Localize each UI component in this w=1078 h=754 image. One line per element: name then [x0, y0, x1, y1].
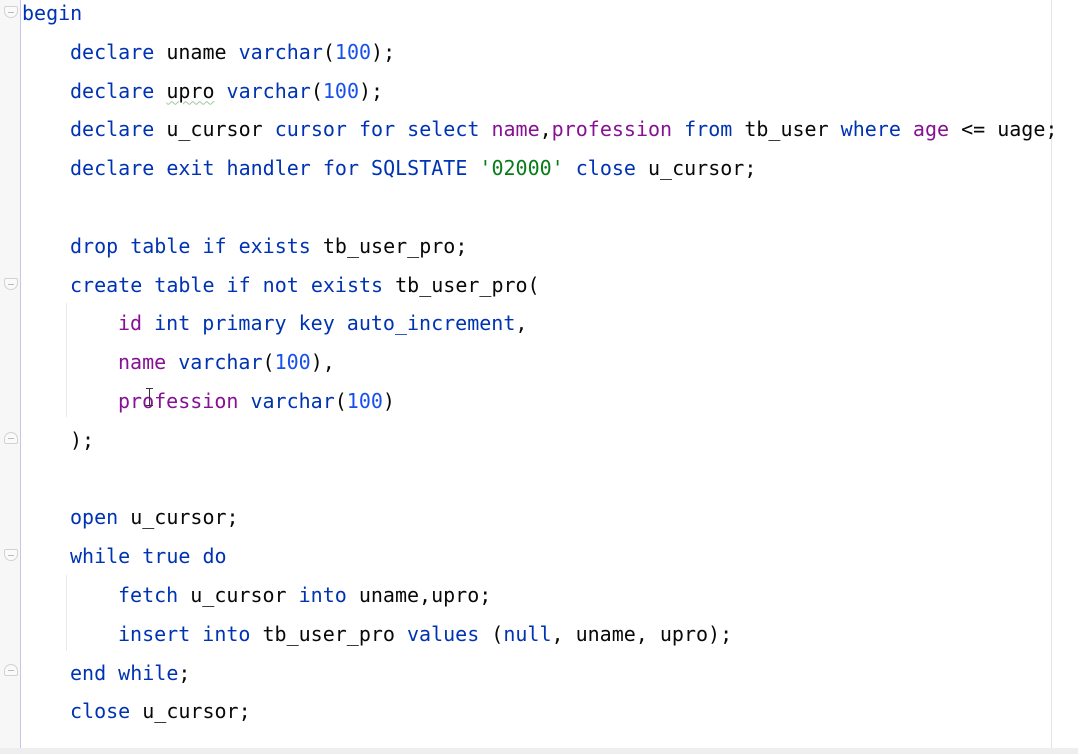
editor-gutter — [0, 0, 20, 748]
code-token: varchar — [178, 350, 263, 375]
code-token: id — [118, 311, 155, 336]
code-token: profession — [551, 117, 685, 142]
code-token: tb_user_pro; — [322, 233, 468, 258]
code-token: <= uage; — [961, 117, 1058, 142]
code-line[interactable]: while true do — [22, 543, 227, 582]
code-token: varchar — [250, 389, 335, 413]
code-token: , — [539, 117, 552, 142]
code-token: declare — [70, 78, 167, 103]
code-token: ( — [334, 389, 347, 413]
code-line[interactable]: id int primary key auto_increment, — [22, 310, 527, 349]
code-line[interactable]: profession varchar(100) — [22, 388, 395, 427]
code-token: while true do — [70, 544, 227, 569]
code-token: varchar — [226, 78, 311, 103]
code-token: close — [70, 699, 143, 724]
code-token: u_cursor; — [142, 699, 251, 724]
code-token: into — [298, 583, 359, 607]
code-token: ) — [382, 389, 395, 413]
code-line[interactable]: declare exit handler for SQLSTATE '02000… — [22, 155, 756, 194]
code-token: varchar — [238, 39, 323, 64]
right-margin-guide — [1051, 0, 1052, 748]
code-line[interactable]: ); — [22, 427, 94, 466]
code-token: ( — [491, 621, 504, 646]
code-line[interactable]: close u_cursor; — [22, 698, 251, 737]
code-token: name — [491, 117, 540, 142]
code-line[interactable]: declare uname varchar(100); — [22, 39, 395, 78]
code-token: tb_user — [744, 117, 841, 142]
code-line[interactable]: declare u_cursor cursor for select name,… — [22, 116, 1057, 155]
code-line[interactable]: fetch u_cursor into uname,upro; — [22, 582, 491, 621]
code-token: u_cursor — [190, 583, 299, 607]
code-token: drop table if exists — [70, 233, 323, 258]
fold-end-create-table-icon[interactable] — [4, 432, 18, 444]
code-token: u_cursor; — [130, 505, 239, 530]
code-token: declare exit handler for SQLSTATE — [70, 156, 480, 181]
code-token: profession — [118, 389, 251, 413]
code-token: fetch — [118, 583, 191, 607]
code-token: close — [575, 156, 648, 181]
horizontal-scrollbar[interactable] — [0, 748, 1078, 754]
code-token: ); — [371, 39, 396, 64]
code-token: null — [503, 621, 552, 646]
code-token: upro — [166, 78, 215, 103]
code-token: 100 — [274, 350, 311, 375]
code-token: ( — [310, 78, 323, 103]
code-line[interactable]: drop table if exists tb_user_pro; — [22, 233, 467, 272]
code-token: declare — [70, 117, 167, 142]
code-token: end while — [70, 660, 179, 685]
code-token: uname — [166, 39, 239, 64]
code-token: values — [407, 621, 492, 646]
code-token: name — [118, 350, 179, 375]
code-token: tb_user_pro — [262, 621, 407, 646]
gutter-divider — [20, 0, 21, 748]
code-token: ( — [322, 39, 335, 64]
text-cursor-icon — [146, 388, 153, 406]
code-token: ); — [70, 427, 95, 452]
code-line[interactable]: open u_cursor; — [22, 504, 239, 543]
code-token: u_cursor; — [647, 156, 757, 181]
code-token: 100 — [322, 78, 360, 103]
code-token: where — [840, 117, 913, 142]
code-token: open — [70, 505, 131, 530]
code-token: cursor for select — [274, 117, 492, 142]
code-token: begin — [22, 1, 83, 25]
code-token: uname,upro; — [358, 583, 492, 607]
code-token: age — [912, 117, 962, 142]
code-line[interactable]: begin — [22, 0, 82, 39]
code-token: int primary key auto_increment — [154, 311, 516, 336]
code-token: declare — [70, 39, 167, 64]
code-token: , — [515, 311, 528, 336]
code-line[interactable]: create table if not exists tb_user_pro( — [22, 272, 540, 311]
code-token: , uname, upro); — [551, 621, 733, 646]
code-line[interactable]: insert into tb_user_pro values (null, un… — [22, 621, 732, 660]
code-line[interactable]: declare upro varchar(100); — [22, 78, 383, 117]
code-token: u_cursor — [166, 117, 275, 142]
code-token: '02000' — [479, 156, 576, 181]
code-token: from — [684, 117, 745, 142]
code-token: ( — [262, 350, 275, 375]
code-line[interactable]: end while; — [22, 660, 190, 699]
fold-end-while-icon[interactable] — [4, 664, 18, 676]
code-token: create table if not exists — [70, 272, 396, 297]
code-token: ); — [359, 78, 384, 103]
code-token: ), — [310, 350, 335, 375]
code-token: ; — [178, 660, 191, 685]
code-token: 100 — [334, 39, 372, 64]
code-token: insert into — [118, 621, 263, 646]
code-line[interactable]: name varchar(100), — [22, 349, 335, 388]
code-token: tb_user_pro( — [395, 272, 540, 297]
code-token: 100 — [346, 389, 383, 413]
